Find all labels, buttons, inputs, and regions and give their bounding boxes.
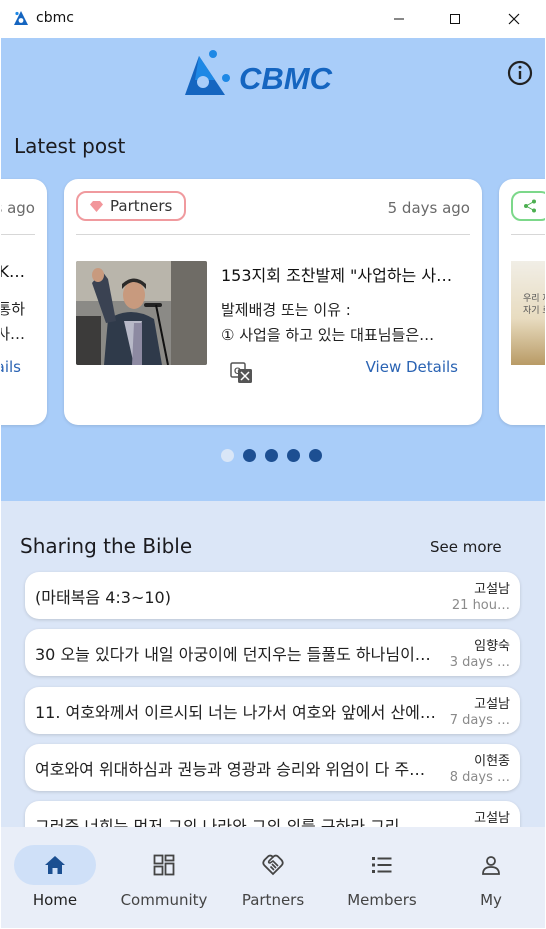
nav-label: Community xyxy=(120,891,208,909)
bottom-navigation: Home Community Partners Members My xyxy=(1,827,545,928)
nav-my[interactable]: My xyxy=(437,827,545,928)
post-date: s ago xyxy=(1,199,35,217)
post-body-line: ① 사업을 하고 있는 대표님들은… xyxy=(221,326,435,344)
minimize-icon xyxy=(394,18,404,20)
person-icon xyxy=(482,856,500,875)
pagination-dot[interactable] xyxy=(309,449,322,462)
nav-home[interactable]: Home xyxy=(1,827,109,928)
post-thumbnail xyxy=(76,261,207,365)
window-titlebar: cbmc xyxy=(0,0,546,38)
list-item-author: 이현종 xyxy=(474,754,510,769)
pagination-dot[interactable] xyxy=(221,449,234,462)
maximize-button[interactable] xyxy=(432,0,478,38)
gem-icon xyxy=(90,200,103,212)
nav-label: Partners xyxy=(241,891,305,909)
see-more-link[interactable]: See more xyxy=(430,538,502,556)
list-item-author: 고설남 xyxy=(474,697,510,712)
share-icon xyxy=(524,199,536,213)
list-item[interactable]: 11. 여호와께서 이르시되 너는 나가서 여호와 앞에서 산에… 고설남 7 … xyxy=(25,687,520,734)
grid-icon xyxy=(153,854,175,876)
list-item-text: 30 오늘 있다가 내일 아궁이에 던지우는 들풀도 하나님이… xyxy=(35,645,431,664)
sharing-bible-title: Sharing the Bible xyxy=(20,534,193,558)
nav-label: Home xyxy=(32,891,78,909)
list-item[interactable]: (마태복음 4:3~10) 고설남 21 hou… xyxy=(25,572,520,619)
carousel-pagination xyxy=(221,449,322,463)
post-thumbnail: 우리 재 자기 로 xyxy=(511,261,545,365)
post-body-line: 사… xyxy=(1,325,25,343)
nav-partners[interactable]: Partners xyxy=(219,827,327,928)
pagination-dot[interactable] xyxy=(265,449,278,462)
logo-text: CBMC xyxy=(239,61,333,96)
pagination-dot[interactable] xyxy=(243,449,256,462)
post-card[interactable]: Partners 5 days ago 153지회 조찬발제 "사업하는 사… … xyxy=(64,179,482,425)
card-divider xyxy=(511,234,545,235)
list-icon xyxy=(372,857,392,873)
post-body-line: 통하 xyxy=(1,300,25,318)
post-title: 153지회 조찬발제 "사업하는 사… xyxy=(221,266,453,285)
minimize-button[interactable] xyxy=(376,0,422,38)
post-card-previous[interactable]: s ago K… 통하 사… ails xyxy=(1,179,47,425)
post-body-line: 발제배경 또는 이유 : xyxy=(221,301,351,319)
list-item-text: (마태복음 4:3~10) xyxy=(35,588,171,607)
latest-post-title: Latest post xyxy=(14,134,126,158)
post-title: K… xyxy=(1,262,25,281)
card-divider xyxy=(76,234,470,235)
app-window: CBMC Latest post s ago K… 통하 사… ails Par… xyxy=(1,38,545,928)
list-item-time: 3 days … xyxy=(449,655,510,670)
handshake-icon xyxy=(262,854,284,876)
nav-label: My xyxy=(480,891,502,909)
view-details-link[interactable]: View Details xyxy=(366,358,458,376)
list-item-text: 여호와여 위대하심과 권능과 영광과 승리와 위엄이 다 주… xyxy=(35,760,426,779)
home-icon xyxy=(45,856,65,874)
list-item[interactable]: 30 오늘 있다가 내일 아궁이에 던지우는 들풀도 하나님이… 임향숙 3 d… xyxy=(25,629,520,676)
post-card-next[interactable]: 우리 재 자기 로 xyxy=(499,179,545,425)
thumbnail-text: 자기 로 xyxy=(523,306,545,316)
nav-community[interactable]: Community xyxy=(110,827,218,928)
close-icon xyxy=(508,13,520,25)
list-item-author: 고설남 xyxy=(474,811,510,826)
window-title: cbmc xyxy=(36,10,74,26)
pagination-dot[interactable] xyxy=(287,449,300,462)
nav-members[interactable]: Members xyxy=(328,827,436,928)
list-item-text: 11. 여호와께서 이르시되 너는 나가서 여호와 앞에서 산에… xyxy=(35,703,436,722)
category-tag: Partners xyxy=(76,191,187,221)
close-button[interactable] xyxy=(491,0,537,38)
cbmc-logo: CBMC xyxy=(185,50,333,96)
list-item-time: 7 days … xyxy=(449,713,510,728)
list-item-time: 21 hou… xyxy=(451,598,510,613)
nav-label: Members xyxy=(347,891,417,909)
hero-section: CBMC Latest post s ago K… 통하 사… ails Par… xyxy=(1,38,545,501)
list-item-author: 임향숙 xyxy=(474,639,510,654)
view-details-link[interactable]: ails xyxy=(1,358,21,376)
post-date: 5 days ago xyxy=(387,199,470,217)
list-item-time: 8 days … xyxy=(449,770,510,785)
maximize-icon xyxy=(450,14,460,24)
svg-text:G: G xyxy=(234,366,241,376)
category-tag-label: Partners xyxy=(110,197,173,215)
list-item[interactable]: 여호와여 위대하심과 권능과 영광과 승리와 위엄이 다 주… 이현종 8 da… xyxy=(25,744,520,791)
translate-icon[interactable]: G xyxy=(230,361,254,385)
list-item-author: 고설남 xyxy=(474,582,510,597)
post-body: 발제배경 또는 이유 : ① 사업을 하고 있는 대표님들은… xyxy=(221,298,473,348)
app-icon xyxy=(14,11,28,25)
card-divider xyxy=(1,234,35,235)
category-tag xyxy=(511,191,545,221)
info-icon[interactable] xyxy=(506,59,534,87)
